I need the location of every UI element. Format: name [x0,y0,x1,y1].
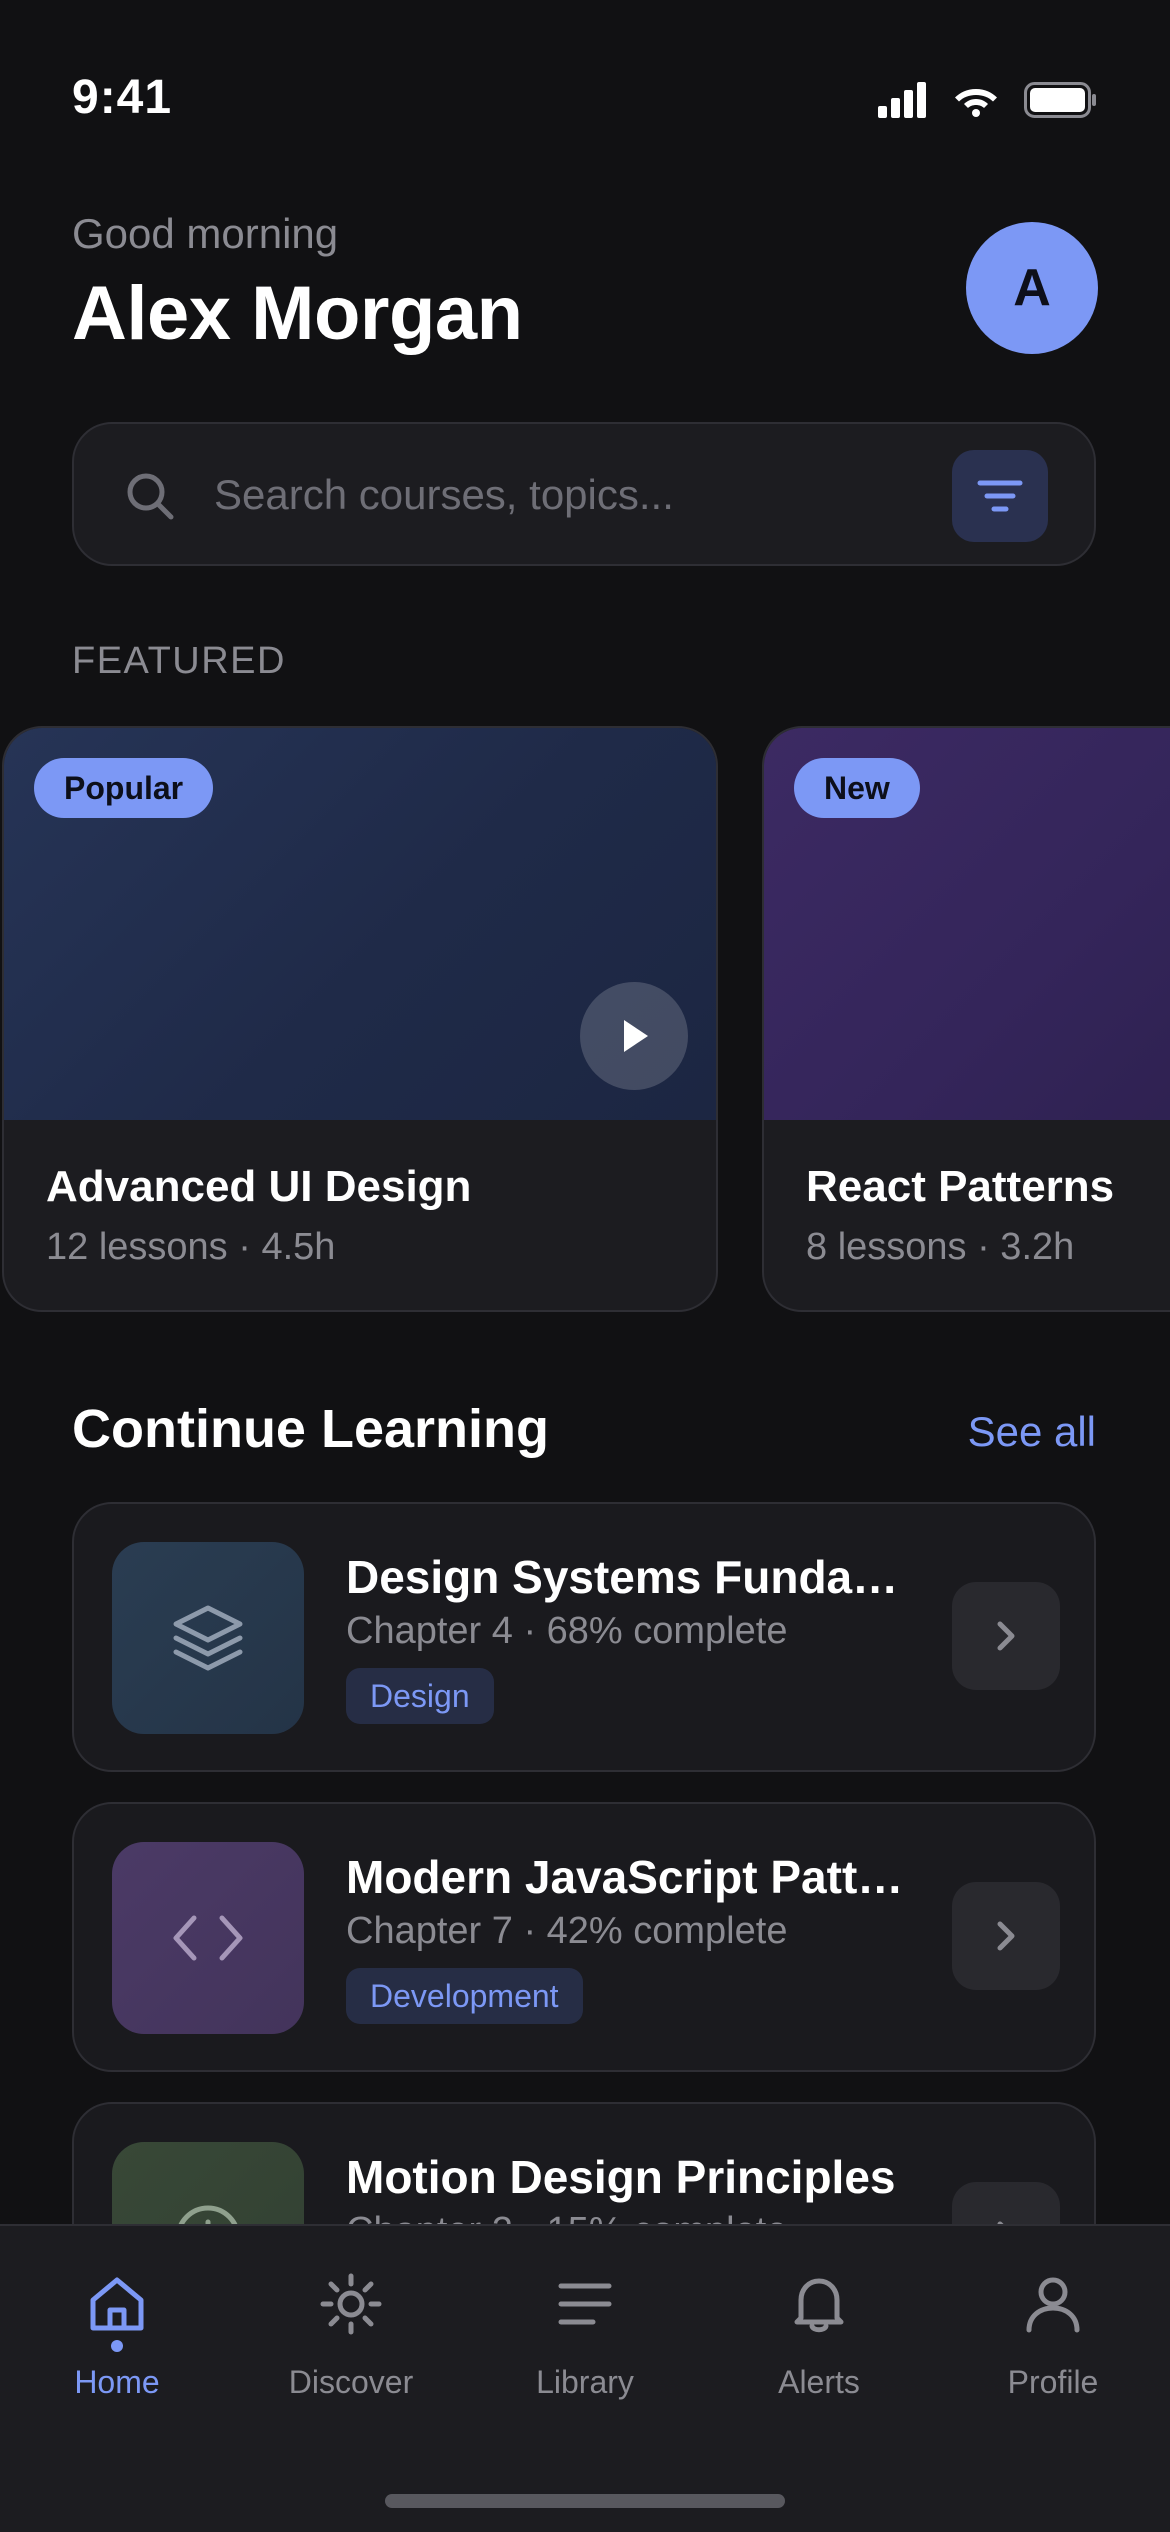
home-icon [90,2277,144,2331]
card-title: React Patterns [806,1162,1115,1211]
chevron-right-icon [997,1921,1015,1951]
battery-icon [1024,82,1096,118]
featured-card[interactable]: Popular Advanced UI Design 12 lessons · … [2,726,718,1312]
see-all-link[interactable]: See all [968,1408,1096,1456]
course-list-item[interactable]: Design Systems Fundamentals Chapter 4 · … [72,1502,1096,1772]
nav-label: Alerts [778,2364,860,2400]
user-name: Alex Morgan [72,271,523,356]
featured-section-label: FEATURED [72,640,286,682]
greeting-text: Good morning [72,210,339,257]
card-meta: 12 lessons · 4.5h [46,1226,336,1268]
list-icon [558,2283,612,2325]
course-tag: Development [346,1968,583,2024]
status-time: 9:41 [72,71,173,124]
home-indicator[interactable] [385,2494,785,2508]
open-course-button[interactable] [952,1882,1060,1990]
nav-item-profile[interactable]: Profile [936,2266,1170,2426]
card-meta: 8 lessons · 3.2h [806,1226,1075,1268]
bottom-navigation: Home Discover Library Alerts Profile [0,2224,1170,2532]
filter-button[interactable] [952,450,1048,542]
course-title: Motion Design Principles [346,2151,896,2203]
avatar[interactable]: A [966,222,1098,354]
course-tag: Design [346,1668,494,1724]
course-list-item[interactable]: Modern JavaScript Patterns Chapter 7 · 4… [72,1802,1096,2072]
active-indicator-dot [111,2340,123,2352]
nav-item-home[interactable]: Home [0,2266,234,2426]
filter-icon [977,480,1023,512]
user-icon [1026,2277,1080,2333]
card-badge: New [794,758,920,818]
nav-item-alerts[interactable]: Alerts [702,2266,936,2426]
continue-learning-title: Continue Learning [72,1399,549,1459]
nav-label: Discover [288,2364,414,2400]
play-button[interactable] [580,982,688,1090]
search-icon [127,473,174,520]
course-title: Modern JavaScript Patterns [346,1851,906,1903]
bell-icon [794,2278,844,2333]
open-course-button[interactable] [952,1582,1060,1690]
wifi-icon [955,89,997,117]
card-badge: Popular [34,758,214,818]
course-progress: Chapter 7 · 42% complete [346,1910,788,1952]
search-input[interactable] [214,460,974,530]
nav-label: Home [74,2364,160,2400]
play-icon [624,1020,648,1052]
course-thumbnail [112,1842,304,2034]
card-title: Advanced UI Design [46,1162,472,1211]
search-bar [72,422,1096,566]
chevron-right-icon [997,1621,1015,1651]
course-title: Design Systems Fundamentals [346,1551,906,1603]
nav-item-library[interactable]: Library [468,2266,702,2426]
cellular-signal-icon [878,82,926,118]
featured-card[interactable]: New React Patterns 8 lessons · 3.2h [762,726,1170,1312]
nav-item-discover[interactable]: Discover [234,2266,468,2426]
course-progress: Chapter 4 · 68% complete [346,1610,788,1652]
nav-label: Profile [1007,2364,1099,2400]
layers-icon [173,1605,243,1671]
status-icons [878,82,1098,118]
code-icon [173,1915,243,1961]
nav-label: Library [536,2364,634,2400]
course-thumbnail [112,1542,304,1734]
sun-icon [320,2273,382,2335]
